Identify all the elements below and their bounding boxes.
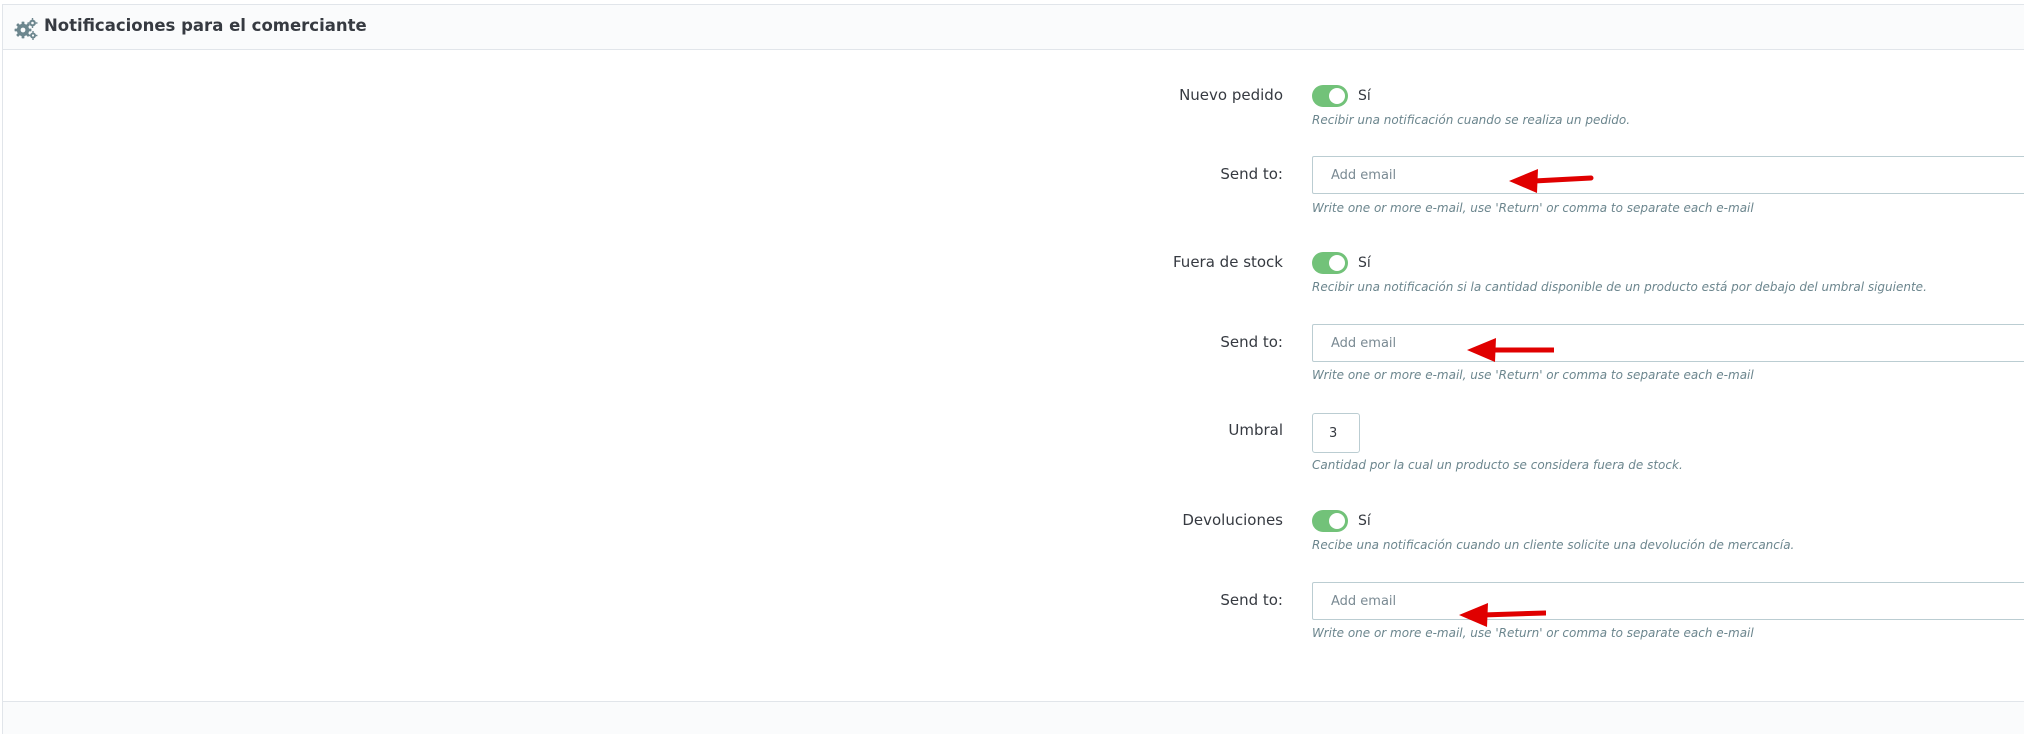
- new-order-email-help: Write one or more e-mail, use 'Return' o…: [1312, 201, 1754, 215]
- panel-title: Notificaciones para el comerciante: [44, 16, 367, 35]
- new-order-label: Nuevo pedido: [1179, 86, 1283, 104]
- annotation-arrow-icon: [1459, 603, 1546, 627]
- returns-send-to-label: Send to:: [1220, 591, 1283, 609]
- annotation-arrow-icon: [1509, 169, 1594, 193]
- cogs-icon: [14, 18, 38, 40]
- out-of-stock-toggle[interactable]: [1312, 252, 1348, 274]
- annotation-arrow-icon: [1467, 338, 1554, 362]
- returns-email-input[interactable]: [1312, 582, 2024, 620]
- threshold-help: Cantidad por la cual un producto se cons…: [1312, 458, 1683, 472]
- out-of-stock-send-to-label: Send to:: [1220, 333, 1283, 351]
- toggle-knob: [1329, 255, 1345, 271]
- toggle-knob: [1329, 88, 1345, 104]
- toggle-knob: [1329, 513, 1345, 529]
- out-of-stock-toggle-text: Sí: [1358, 255, 1371, 271]
- panel-header: Notificaciones para el comerciante: [3, 5, 2024, 50]
- new-order-toggle-text: Sí: [1358, 88, 1371, 104]
- returns-toggle-text: Sí: [1358, 513, 1371, 529]
- returns-help: Recibe una notificación cuando un client…: [1312, 538, 1795, 552]
- out-of-stock-email-input[interactable]: [1312, 324, 2024, 362]
- out-of-stock-email-help: Write one or more e-mail, use 'Return' o…: [1312, 368, 1754, 382]
- threshold-label: Umbral: [1228, 421, 1283, 439]
- new-order-toggle[interactable]: [1312, 85, 1348, 107]
- new-order-help: Recibir una notificación cuando se reali…: [1312, 113, 1631, 127]
- returns-toggle[interactable]: [1312, 510, 1348, 532]
- new-order-send-to-label: Send to:: [1220, 165, 1283, 183]
- threshold-input[interactable]: [1312, 413, 1360, 453]
- new-order-email-input[interactable]: [1312, 156, 2024, 194]
- returns-label: Devoluciones: [1182, 511, 1283, 529]
- out-of-stock-help: Recibir una notificación si la cantidad …: [1312, 280, 1927, 294]
- out-of-stock-label: Fuera de stock: [1173, 253, 1283, 271]
- panel-footer: [3, 701, 2024, 734]
